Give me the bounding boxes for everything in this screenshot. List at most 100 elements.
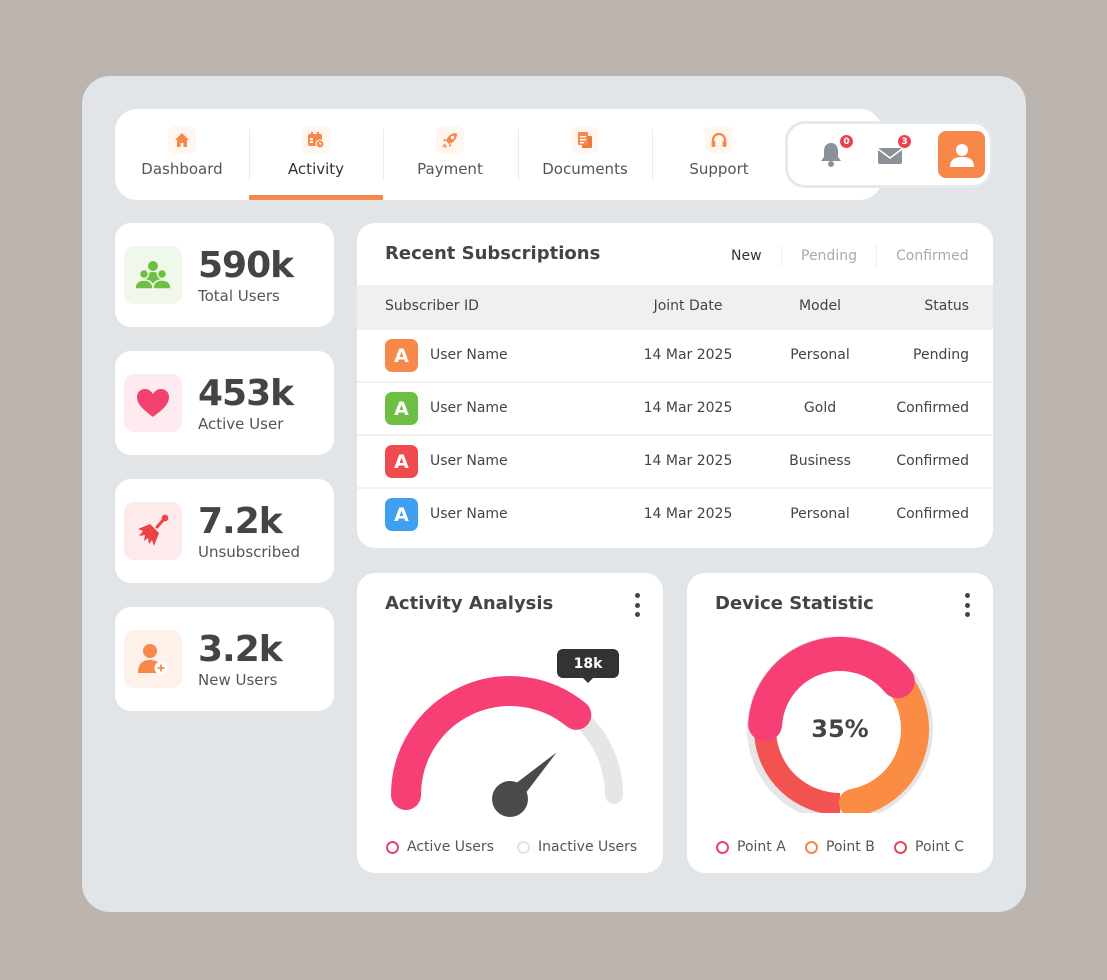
join-date: 14 Mar 2025	[643, 506, 733, 522]
subscriber-name: User Name	[430, 506, 508, 522]
legend-item-point-b[interactable]: Point B	[805, 839, 875, 855]
gauge-tooltip: 18k	[557, 649, 619, 683]
donut-chart	[747, 636, 933, 813]
nav-label: Support	[689, 160, 749, 178]
profile-avatar-button[interactable]	[938, 131, 985, 178]
activity-analysis-card: Activity Analysis 18k Active Users Inact…	[357, 573, 663, 873]
header-actions: 0 3	[785, 121, 993, 188]
nav-label: Activity	[287, 160, 345, 178]
nav-item-support[interactable]: Support	[652, 109, 786, 200]
table-row[interactable]: A User Name 14 Mar 2025 Personal Confirm…	[357, 487, 993, 540]
model: Personal	[790, 347, 850, 363]
divider	[876, 245, 877, 267]
model: Personal	[790, 506, 850, 522]
documents-icon	[571, 126, 599, 154]
subscriber-name: User Name	[430, 453, 508, 469]
tab-pending[interactable]: Pending	[801, 248, 857, 264]
gauge-chart	[391, 676, 623, 817]
users-group-icon	[124, 246, 182, 304]
nav-label: Documents	[542, 160, 628, 178]
stat-label: Total Users	[198, 287, 280, 305]
column-header[interactable]: Joint Date	[654, 298, 723, 314]
table-row[interactable]: A User Name 14 Mar 2025 Personal Pending	[357, 328, 993, 381]
avatar: A	[385, 445, 418, 478]
stat-card-new-users: 3.2k New Users	[115, 607, 334, 711]
avatar: A	[385, 392, 418, 425]
messages-button[interactable]: 3	[876, 134, 912, 170]
rocket-icon	[436, 126, 464, 154]
donut-segment-point-a[interactable]	[748, 637, 915, 742]
broom-icon	[124, 502, 182, 560]
status: Confirmed	[896, 453, 969, 469]
notification-badge: 0	[839, 134, 854, 149]
table-header: Subscriber ID Joint Date Model Status	[357, 285, 993, 328]
stat-label: New Users	[198, 671, 278, 689]
legend-label: Point A	[737, 839, 786, 855]
stat-value: 3.2k	[198, 629, 283, 670]
recent-subscriptions-card: Recent Subscriptions New Pending Confirm…	[357, 223, 993, 548]
nav-item-documents[interactable]: Documents	[518, 109, 652, 200]
divider	[781, 245, 782, 267]
legend-label: Active Users	[407, 839, 494, 855]
stat-value: 453k	[198, 373, 294, 414]
stat-card-unsubscribed: 7.2k Unsubscribed	[115, 479, 334, 583]
donut-center-label: 35%	[811, 715, 869, 743]
table-row[interactable]: A User Name 14 Mar 2025 Gold Confirmed	[357, 381, 993, 434]
card-title: Recent Subscriptions	[385, 243, 601, 264]
stat-card-active-user: 453k Active User	[115, 351, 334, 455]
headphones-icon	[705, 126, 733, 154]
legend-marker	[805, 840, 818, 854]
column-header[interactable]: Model	[799, 298, 841, 314]
status: Confirmed	[896, 400, 969, 416]
device-statistic-card: Device Statistic 35% Point A Point B Poi…	[687, 573, 993, 873]
legend-marker	[517, 840, 530, 854]
model: Gold	[803, 400, 837, 416]
home-icon	[168, 126, 196, 154]
legend-item-point-c[interactable]: Point C	[894, 839, 964, 855]
tab-confirmed[interactable]: Confirmed	[896, 248, 969, 264]
stat-label: Active User	[198, 415, 284, 433]
legend-label: Inactive Users	[538, 839, 638, 855]
legend-label: Point B	[826, 839, 875, 855]
stat-card-total-users: 590k Total Users	[115, 223, 334, 327]
calendar-clock-icon	[302, 126, 330, 154]
tab-new[interactable]: New	[731, 248, 762, 264]
stat-value: 590k	[198, 245, 294, 286]
join-date: 14 Mar 2025	[643, 347, 733, 363]
top-nav: Dashboard Activity Payment Documents Sup…	[115, 109, 882, 200]
message-badge: 3	[897, 134, 912, 149]
join-date: 14 Mar 2025	[643, 453, 733, 469]
gauge-arc-active	[391, 676, 592, 810]
legend-marker	[716, 840, 729, 854]
notifications-button[interactable]: 0	[818, 134, 854, 170]
user-icon	[949, 143, 974, 167]
table-row[interactable]: A User Name 14 Mar 2025 Business Confirm…	[357, 434, 993, 487]
legend-marker	[386, 840, 399, 854]
legend-item-point-a[interactable]: Point A	[716, 839, 786, 855]
nav-item-payment[interactable]: Payment	[383, 109, 517, 200]
card-title: Activity Analysis	[385, 593, 554, 614]
avatar: A	[385, 339, 418, 372]
legend-label: Point C	[915, 839, 964, 855]
heart-icon	[124, 374, 182, 432]
subscriber-name: User Name	[430, 400, 508, 416]
join-date: 14 Mar 2025	[643, 400, 733, 416]
column-header[interactable]: Subscriber ID	[385, 298, 479, 314]
nav-item-dashboard[interactable]: Dashboard	[115, 109, 249, 200]
nav-item-activity[interactable]: Activity	[249, 109, 383, 200]
user-add-icon	[124, 630, 182, 688]
nav-label: Payment	[417, 160, 483, 178]
nav-label: Dashboard	[141, 160, 223, 178]
status: Confirmed	[896, 506, 969, 522]
stat-label: Unsubscribed	[198, 543, 300, 561]
legend-marker	[894, 840, 907, 854]
status: Pending	[913, 347, 969, 363]
subscriber-name: User Name	[430, 347, 508, 363]
stat-value: 7.2k	[198, 501, 283, 542]
legend-item-active[interactable]: Active Users	[386, 839, 494, 855]
column-header[interactable]: Status	[924, 298, 969, 314]
active-tab-indicator	[249, 195, 383, 200]
legend-item-inactive[interactable]: Inactive Users	[517, 839, 637, 855]
model: Business	[789, 453, 851, 469]
avatar: A	[385, 498, 418, 531]
